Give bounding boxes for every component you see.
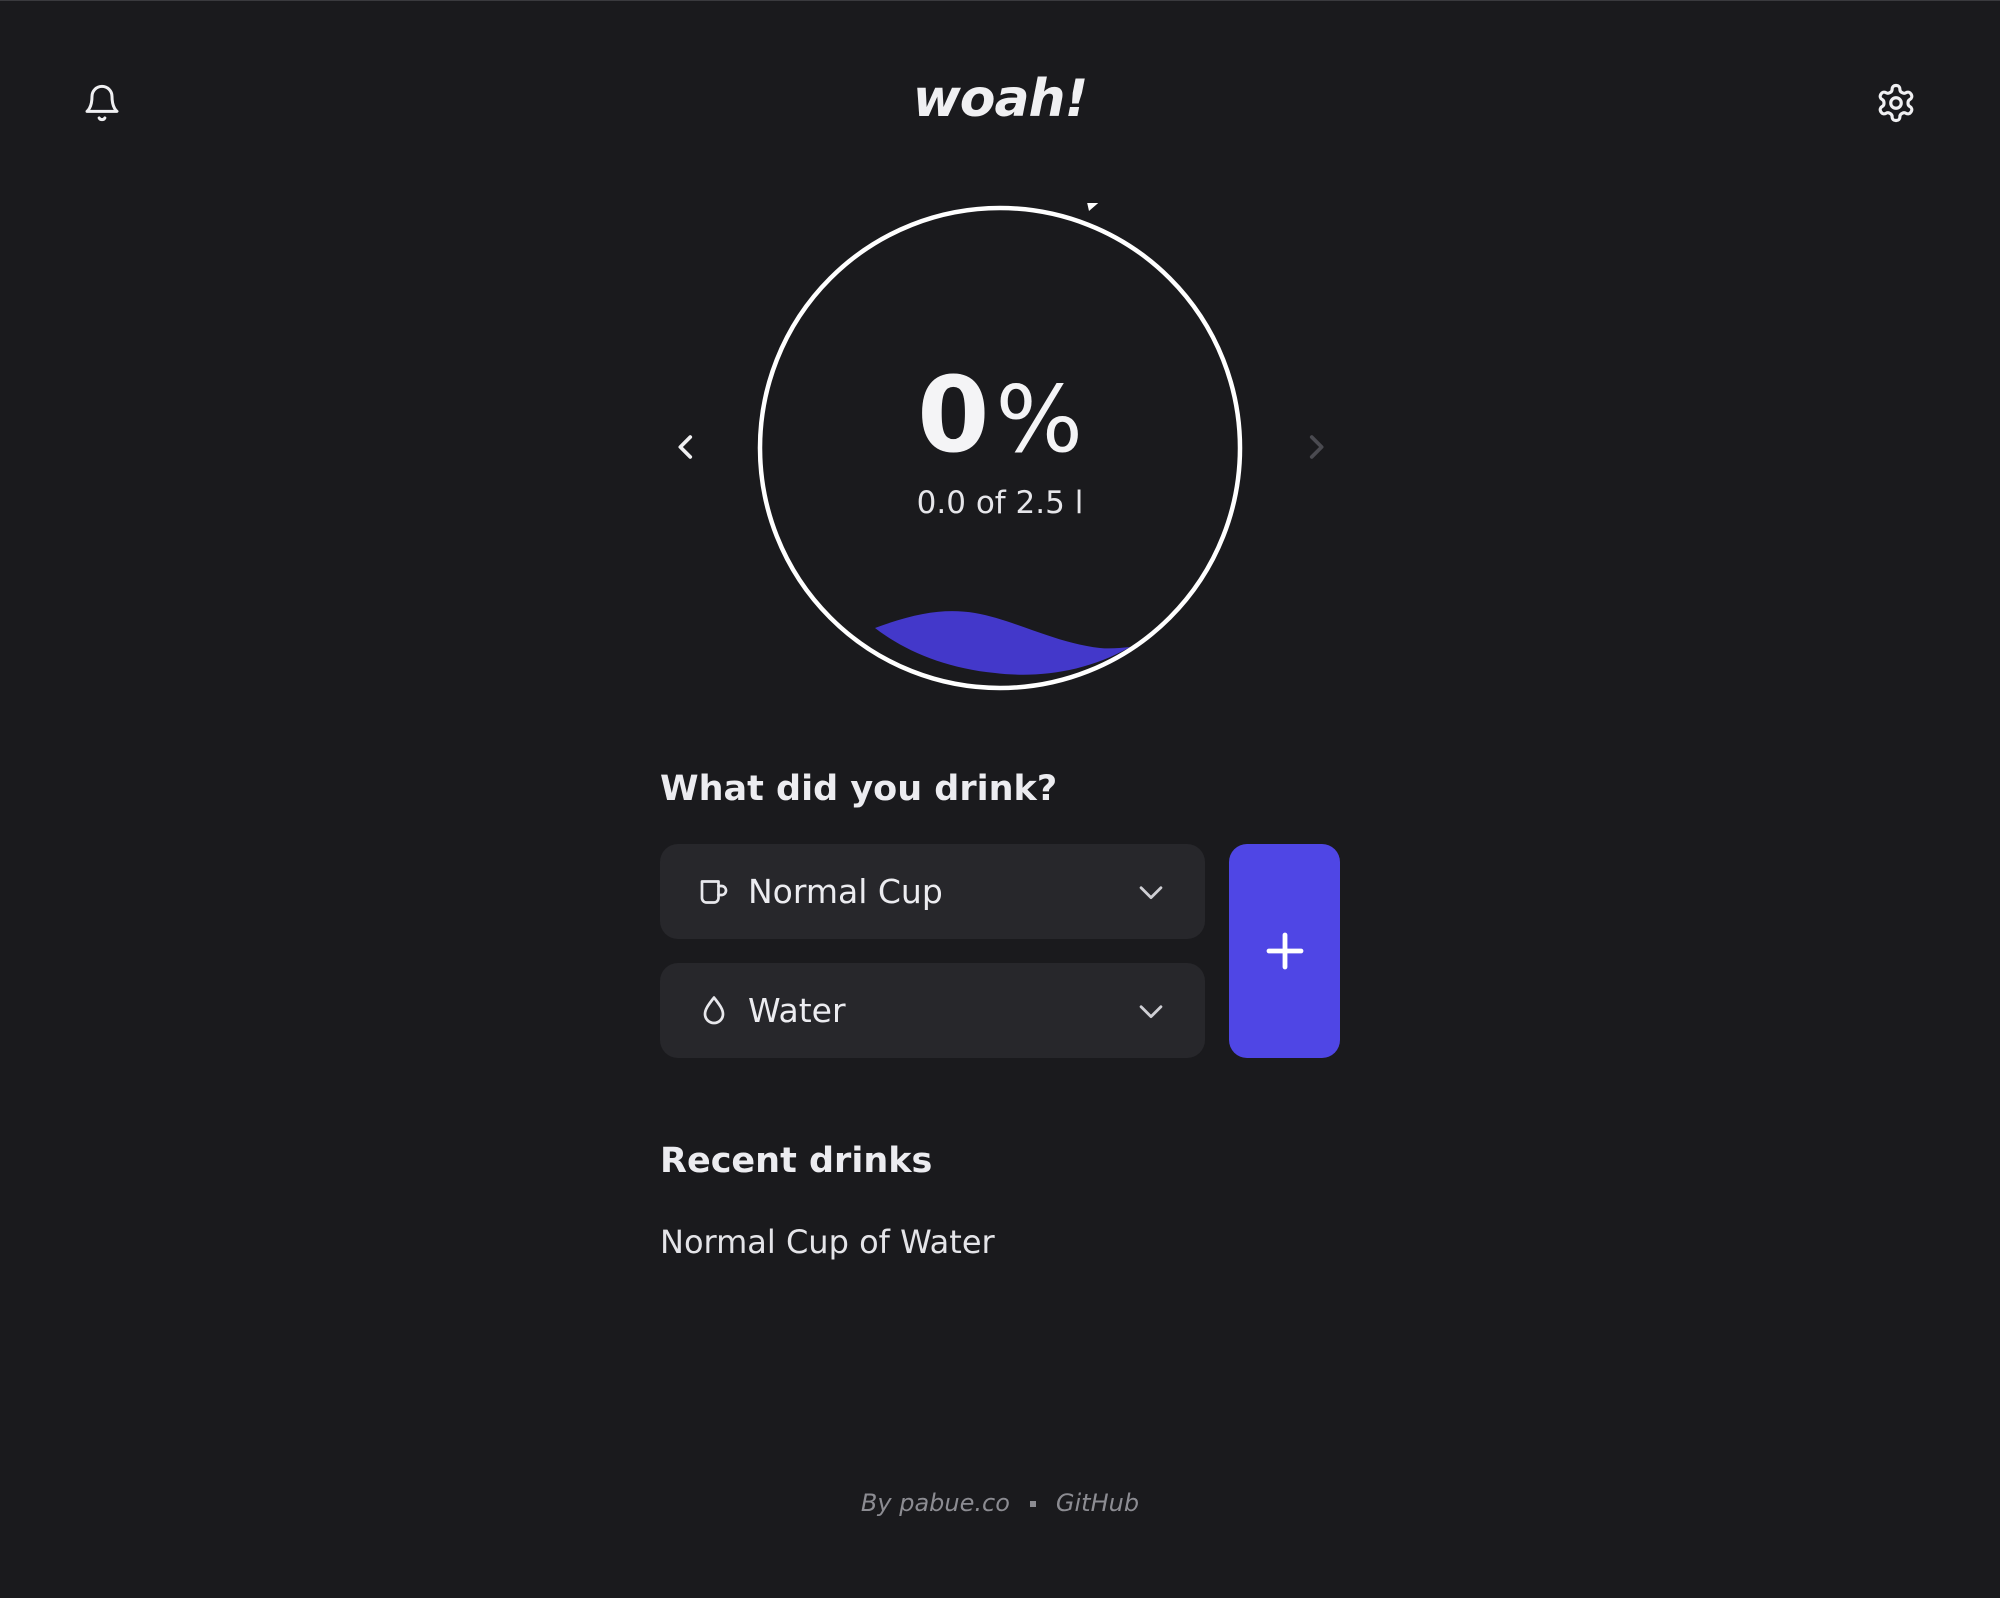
chevron-down-icon [1131, 991, 1171, 1031]
water-wave [875, 611, 1130, 675]
app-logo: woah! [912, 69, 1089, 129]
cup-size-select[interactable]: Normal Cup [660, 844, 1205, 939]
author-link[interactable]: By pabue.co [861, 1489, 1010, 1517]
percent-value: 0 [917, 354, 990, 476]
cup-icon [694, 872, 734, 912]
chevron-left-icon [678, 435, 693, 459]
percent-display: 0% [755, 363, 1245, 467]
recent-drink-item[interactable]: Normal Cup of Water [660, 1223, 995, 1261]
drink-question-heading: What did you drink? [660, 769, 1058, 809]
previous-day-button[interactable] [664, 425, 708, 469]
gear-icon [1878, 83, 1914, 123]
app-page: woah! 0% 0.0 of 2.5 l What did you drink… [0, 0, 2000, 1598]
footer: By pabue.co GitHub [0, 1489, 2000, 1517]
progress-ring: 0% 0.0 of 2.5 l [755, 203, 1245, 693]
percent-symbol: % [995, 366, 1083, 473]
footer-separator [1029, 1501, 1036, 1507]
plus-icon [1266, 932, 1303, 970]
github-link[interactable]: GitHub [1056, 1489, 1139, 1517]
cup-size-value: Normal Cup [748, 872, 943, 911]
settings-button[interactable] [1866, 73, 1926, 133]
amount-text: 0.0 of 2.5 l [916, 485, 1084, 521]
drink-type-select[interactable]: Water [660, 963, 1205, 1058]
next-day-button[interactable] [1294, 425, 1338, 469]
progress-marker [1087, 203, 1099, 211]
chevron-down-icon [1131, 872, 1171, 912]
chevron-right-icon [1309, 435, 1324, 459]
droplet-icon [694, 991, 734, 1031]
add-drink-button[interactable] [1229, 844, 1340, 1058]
drink-type-value: Water [748, 991, 846, 1030]
recent-drinks-heading: Recent drinks [660, 1141, 933, 1181]
